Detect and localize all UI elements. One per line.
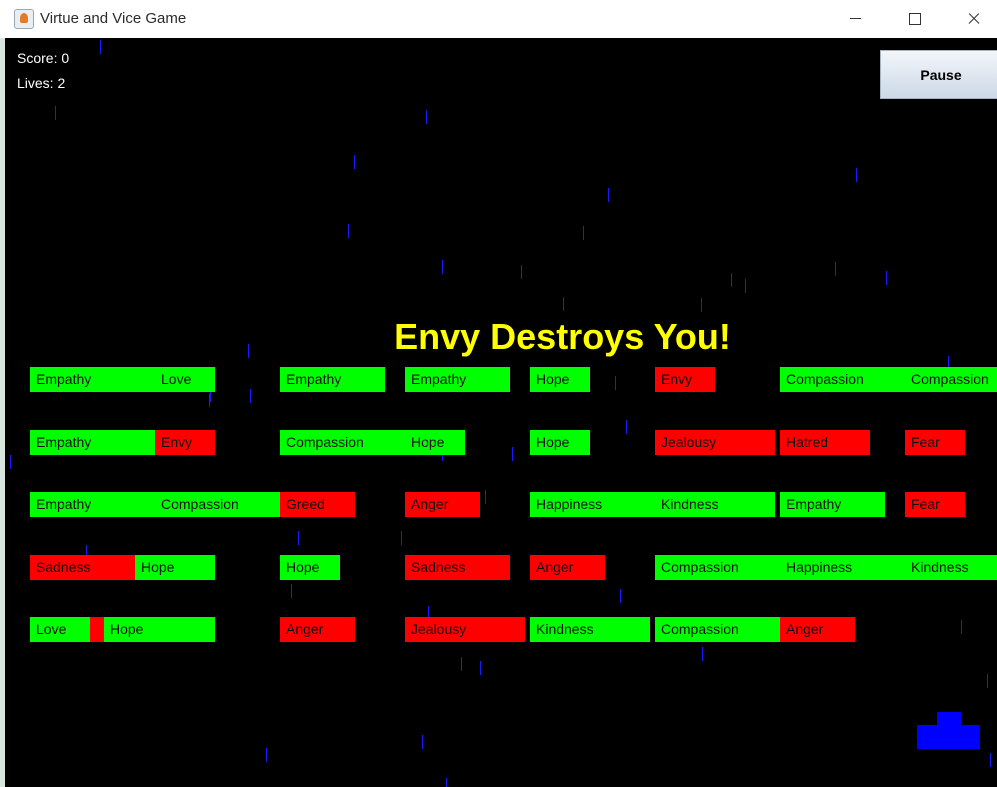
rain-streak <box>354 155 355 169</box>
virtue-brick: Compassion <box>905 367 997 392</box>
rain-streak <box>442 260 443 274</box>
game-message: Envy Destroys You! <box>394 316 731 357</box>
vice-brick: Fear <box>905 492 965 517</box>
rain-streak <box>10 455 11 469</box>
rain-streak <box>583 226 584 240</box>
vice-brick: Sadness <box>405 555 510 580</box>
close-button[interactable] <box>944 0 997 38</box>
rain-streak <box>961 620 962 634</box>
virtue-brick: Love <box>155 367 215 392</box>
maximize-button[interactable] <box>885 0 945 38</box>
rain-streak <box>485 490 486 504</box>
rain-streak <box>701 298 702 312</box>
virtue-brick: Hope <box>280 555 340 580</box>
vice-brick <box>90 617 104 642</box>
paddle-base <box>917 725 980 749</box>
virtue-brick: Kindness <box>530 617 650 642</box>
virtue-brick: Empathy <box>30 367 155 392</box>
rain-streak <box>266 748 267 762</box>
vice-brick: Sadness <box>30 555 135 580</box>
minimize-button[interactable] <box>826 0 886 38</box>
rain-streak <box>990 753 991 767</box>
rain-streak <box>250 389 251 403</box>
rain-streak <box>563 297 564 311</box>
rain-streak <box>401 531 402 545</box>
rain-streak <box>731 273 732 287</box>
vice-brick: Jealousy <box>655 430 775 455</box>
rain-streak <box>422 735 423 749</box>
java-app-icon <box>14 9 34 29</box>
virtue-brick: Empathy <box>780 492 885 517</box>
virtue-brick: Compassion <box>655 617 780 642</box>
rain-streak <box>626 420 627 434</box>
vice-brick: Greed <box>280 492 355 517</box>
vice-brick: Envy <box>655 367 715 392</box>
rain-streak <box>987 674 988 688</box>
rain-streak <box>856 168 857 182</box>
vice-brick: Envy <box>155 430 215 455</box>
game-canvas[interactable]: Score: 0 Lives: 2 Pause Envy Destroys Yo… <box>5 38 997 787</box>
vice-brick: Anger <box>530 555 605 580</box>
rain-streak <box>298 531 299 545</box>
virtue-brick: Love <box>30 617 90 642</box>
lives-label: Lives: 2 <box>17 75 66 91</box>
virtue-brick: Hope <box>530 367 590 392</box>
virtue-brick: Empathy <box>405 367 510 392</box>
rain-streak <box>446 778 447 787</box>
rain-streak <box>461 657 462 671</box>
virtue-brick: Happiness <box>780 555 905 580</box>
virtue-brick: Kindness <box>905 555 997 580</box>
minimize-icon <box>826 0 886 38</box>
rain-streak <box>886 271 887 285</box>
title-bar[interactable]: Virtue and Vice Game <box>0 0 997 39</box>
vice-brick: Anger <box>780 617 855 642</box>
vice-brick: Jealousy <box>405 617 525 642</box>
virtue-brick: Empathy <box>280 367 385 392</box>
virtue-brick: Empathy <box>30 492 155 517</box>
virtue-brick: Compassion <box>780 367 905 392</box>
rain-streak <box>702 647 703 661</box>
virtue-brick: Compassion <box>655 555 780 580</box>
score-label: Score: 0 <box>17 50 70 66</box>
virtue-brick: Kindness <box>655 492 775 517</box>
pause-button[interactable]: Pause <box>880 50 997 99</box>
rain-streak <box>608 188 609 202</box>
rain-streak <box>480 661 481 675</box>
virtue-brick: Hope <box>405 430 465 455</box>
virtue-brick: Compassion <box>280 430 405 455</box>
rain-streak <box>620 589 621 603</box>
vice-brick: Hatred <box>780 430 870 455</box>
rain-streak <box>965 504 966 518</box>
rain-streak <box>291 584 292 598</box>
rain-streak <box>348 224 349 238</box>
vice-brick: Anger <box>280 617 355 642</box>
window-title: Virtue and Vice Game <box>40 10 187 27</box>
close-icon <box>944 0 997 38</box>
rain-streak <box>615 376 616 390</box>
rain-streak <box>100 40 101 54</box>
rain-streak <box>835 262 836 276</box>
virtue-brick: Hope <box>135 555 215 580</box>
rain-streak <box>745 279 746 293</box>
rain-streak <box>55 106 56 120</box>
vice-brick: Fear <box>905 430 965 455</box>
virtue-brick: Empathy <box>30 430 155 455</box>
virtue-brick: Hope <box>530 430 590 455</box>
rain-streak <box>426 110 427 124</box>
rain-streak <box>521 265 522 279</box>
vice-brick: Anger <box>405 492 480 517</box>
paddle-cannon <box>937 712 961 725</box>
maximize-icon <box>885 0 945 38</box>
virtue-brick: Compassion <box>155 492 280 517</box>
player-paddle <box>917 712 980 749</box>
virtue-brick: Happiness <box>530 492 655 517</box>
virtue-brick: Hope <box>104 617 215 642</box>
rain-streak <box>512 447 513 461</box>
